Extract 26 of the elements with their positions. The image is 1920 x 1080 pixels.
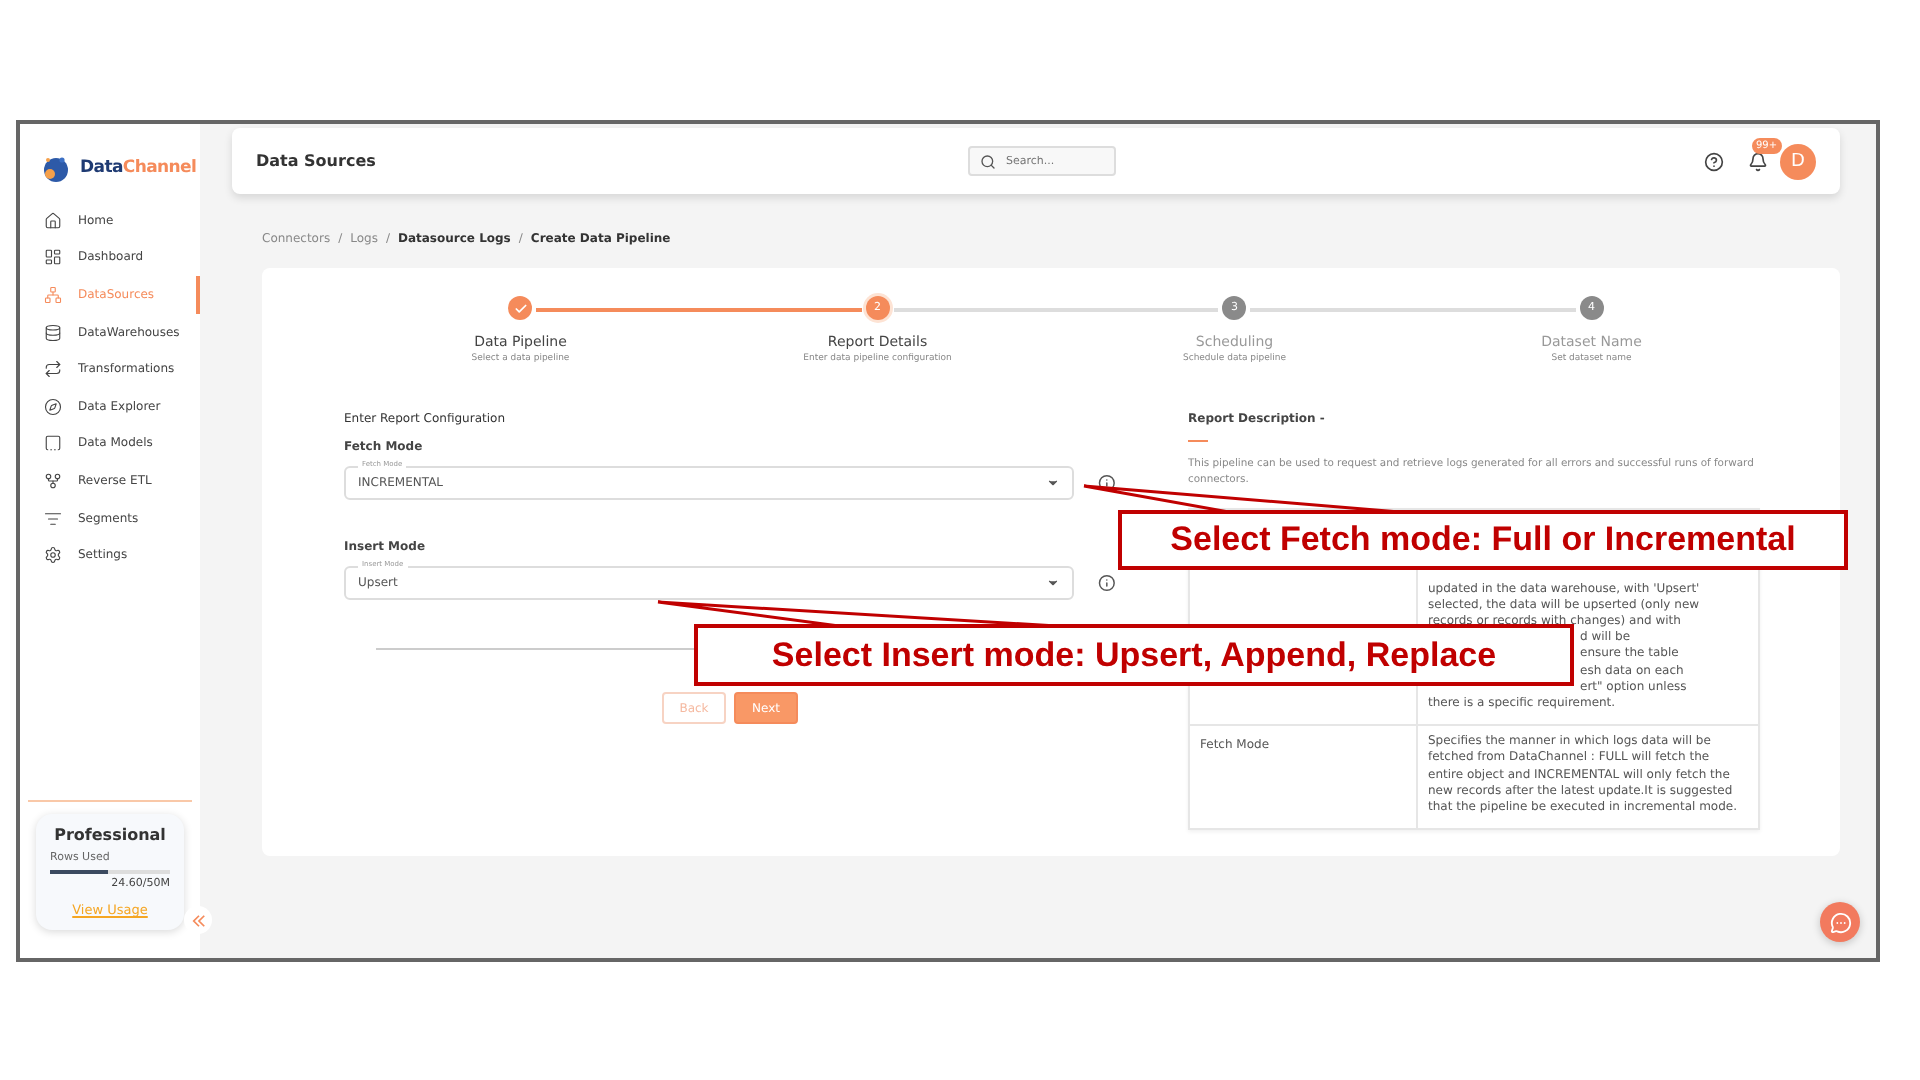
help-icon[interactable]: [1704, 151, 1724, 171]
info-icon[interactable]: [1098, 574, 1116, 592]
callout-label: Select Fetch mode: Full or Incremental: [1118, 510, 1848, 570]
dashboard-icon: [44, 248, 62, 267]
bell-icon[interactable]: [1748, 151, 1768, 171]
fork-icon: [44, 471, 62, 490]
caret-icon: [1046, 476, 1061, 490]
settings-icon: [44, 546, 62, 565]
check-icon: [513, 301, 528, 315]
callout-label: Select Insert mode: Upsert, Append, Replace: [694, 624, 1574, 686]
chat-button[interactable]: [1820, 902, 1860, 942]
network-icon: [44, 285, 62, 304]
chat-icon: [1829, 911, 1851, 933]
logo-wordmark: DataChannel: [80, 158, 197, 178]
box-icon: [44, 434, 62, 453]
search-icon: [980, 154, 996, 170]
plan-name: Professional: [52, 826, 168, 844]
arrows-icon: [44, 360, 62, 379]
caret-icon: [1046, 576, 1061, 590]
compass-icon: [44, 397, 62, 416]
page-title: Data Sources: [256, 152, 378, 170]
info-icon[interactable]: [1098, 474, 1116, 492]
filter-list-icon: [44, 509, 62, 528]
logo-icon: [40, 152, 72, 184]
database-icon: [44, 323, 62, 342]
home-icon: [44, 211, 62, 230]
